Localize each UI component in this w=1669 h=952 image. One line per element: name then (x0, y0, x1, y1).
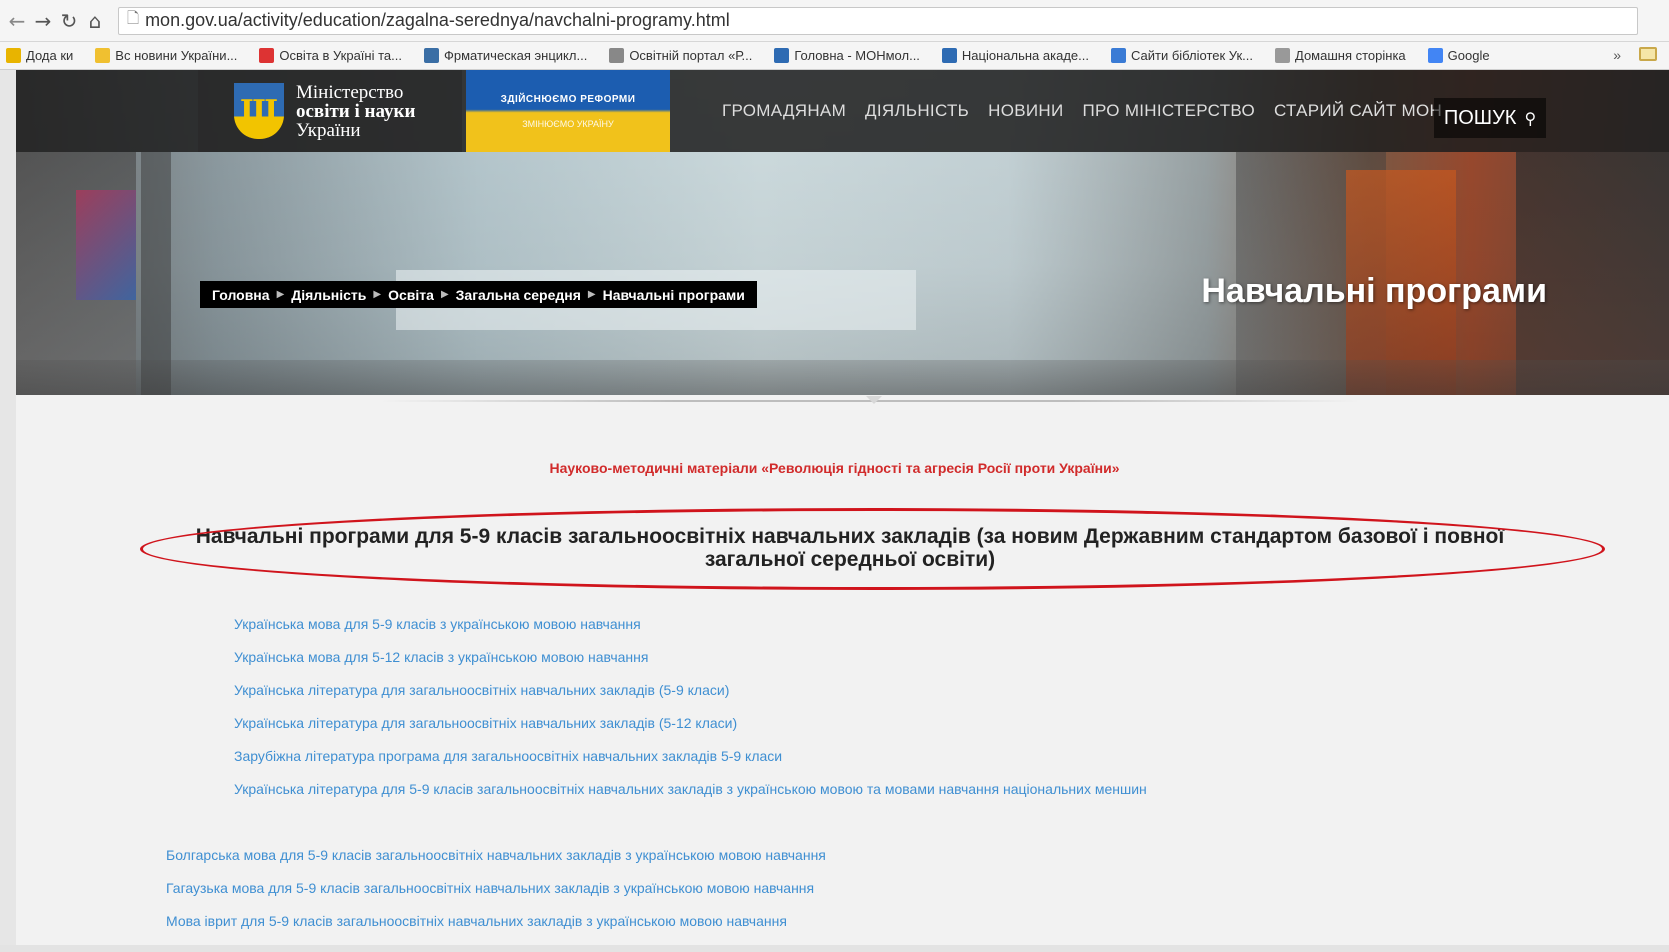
search-label: ПОШУК (1443, 106, 1517, 129)
library-icon (1110, 48, 1126, 63)
bookmark-label: Національна акаде... (961, 48, 1089, 63)
program-link[interactable]: Болгарська мова для 5-9 класів загальноо… (166, 845, 826, 878)
bookmark-label: Освіта в Україні та... (279, 48, 402, 63)
program-links-group-1: Українська мова для 5-9 класів з українс… (234, 614, 1147, 812)
program-link[interactable]: Українська література для 5-9 класів заг… (234, 779, 1147, 812)
url-text[interactable]: mon.gov.ua/activity/education/zagalna-se… (145, 10, 730, 31)
breadcrumb-item[interactable]: Загальна середня (456, 287, 581, 303)
forward-arrow-icon[interactable]: → (30, 8, 56, 34)
menu-item[interactable]: ДІЯЛЬНІСТЬ (865, 101, 969, 121)
breadcrumb-separator-icon: ▶ (373, 289, 382, 300)
reload-icon[interactable]: ↻ (56, 8, 82, 34)
reform-banner[interactable]: ЗДІЙСНЮЄМО РЕФОРМИ ЗМІНЮЄМО УКРАЇНУ (466, 70, 670, 152)
page-icon: 🗋 (127, 9, 140, 27)
page-icon (1275, 48, 1290, 63)
bookmark-label: Фрматическая энцикл... (443, 48, 588, 63)
bookmark-item[interactable]: Дода ки (6, 48, 73, 63)
window-bottom-edge (0, 945, 1669, 952)
home-icon[interactable]: ⌂ (82, 8, 108, 34)
edu-icon (259, 48, 275, 63)
bookmark-item[interactable]: Вс новини України... (95, 48, 237, 63)
browser-window: ← → ↻ ⌂ 🗋 mon.gov.ua/activity/education/… (0, 0, 1669, 952)
apps-icon (6, 48, 21, 63)
back-arrow-icon[interactable]: ← (4, 8, 30, 34)
google-icon (1427, 48, 1443, 63)
breadcrumb-item[interactable]: Діяльність (291, 287, 366, 303)
bookmark-item[interactable]: Освіта в Україні та... (259, 48, 402, 63)
menu-item[interactable]: ГРОМАДЯНАМ (722, 101, 846, 121)
bookmark-label: Google (1447, 48, 1490, 63)
trident-emblem-icon: Ш (234, 83, 284, 139)
window-edge (0, 70, 16, 952)
program-links-group-2: Болгарська мова для 5-9 класів загальноо… (166, 845, 826, 944)
search-button[interactable]: ПОШУК ⚲ (1434, 98, 1546, 138)
reform-banner-line1: ЗДІЙСНЮЄМО РЕФОРМИ (500, 93, 636, 105)
breadcrumb-separator-icon: ▶ (587, 289, 596, 300)
bookmark-label: Домашня сторінка (1295, 48, 1406, 63)
program-link[interactable]: Гагаузька мова для 5-9 класів загальноос… (166, 878, 826, 911)
main-menu: ГРОМАДЯНАМ ДІЯЛЬНІСТЬ НОВИНИ ПРО МІНІСТЕРСТ… (722, 70, 1461, 152)
site-header: Ш Міністерство освіти і науки України ЗД… (16, 70, 1669, 152)
browser-toolbar: ← → ↻ ⌂ 🗋 mon.gov.ua/activity/education/… (0, 0, 1669, 42)
academy-icon (941, 48, 957, 63)
breadcrumb-item[interactable]: Головна (212, 287, 270, 303)
breadcrumb-item[interactable]: Освіта (388, 287, 434, 303)
featured-materials-link[interactable]: Науково-методичні матеріали «Революція г… (0, 460, 1669, 476)
bookmark-item[interactable]: Фрматическая энцикл... (423, 48, 588, 63)
more-bookmarks-chevron-icon[interactable]: » (1613, 47, 1621, 63)
address-bar[interactable]: 🗋 mon.gov.ua/activity/education/zagalna-… (118, 6, 1638, 35)
bookmark-label: Вс новини України... (115, 48, 238, 63)
bookmark-item[interactable]: Google (1427, 48, 1490, 63)
program-link[interactable]: Зарубіжна література програма для загаль… (234, 746, 1147, 779)
bookmark-item[interactable]: Головна - МОНмол... (774, 48, 920, 63)
menu-item[interactable]: СТАРИЙ САЙТ МОН (1274, 101, 1442, 121)
ministry-name: Міністерство освіти і науки України (296, 83, 415, 140)
bookmark-item[interactable]: Домашня сторінка (1275, 48, 1406, 63)
bookmark-label: Сайти бібліотек Ук... (1130, 48, 1253, 63)
bookmark-item[interactable]: Освітній портал «Р... (609, 48, 752, 63)
bookmark-label: Головна - МОНмол... (794, 48, 920, 63)
ministry-name-line2: освіти і науки (296, 100, 416, 122)
breadcrumb: Головна ▶ Діяльність ▶ Освіта ▶ Загальна серед… (200, 281, 757, 308)
program-link[interactable]: Українська мова для 5-12 класів з україн… (234, 647, 1147, 680)
program-link[interactable]: Українська література для загальноосвітн… (234, 680, 1147, 713)
bookmarks-bar: Дода ки Вс новини України... Освіта в Укра… (0, 42, 1669, 70)
highlight-oval (140, 508, 1605, 590)
menu-item[interactable]: НОВИНИ (988, 101, 1063, 121)
search-icon: ⚲ (1524, 108, 1537, 128)
page-title: Навчальні програми (1201, 272, 1547, 310)
bookmark-label: Дода ки (26, 48, 74, 63)
ministry-logo[interactable]: Ш Міністерство освіти і науки України (198, 70, 462, 152)
hero-banner: Ш Міністерство освіти і науки України ЗД… (16, 70, 1669, 395)
bookmark-label: Освітній портал «Р... (629, 48, 753, 63)
reform-banner-line2: ЗМІНЮЄМО УКРАЇНУ (522, 118, 614, 129)
program-link[interactable]: Мова іврит для 5-9 класів загальноосвітн… (166, 911, 826, 944)
breadcrumb-item[interactable]: Навчальні програми (603, 287, 745, 303)
bookmark-item[interactable]: Національна акаде... (941, 48, 1089, 63)
program-link[interactable]: Українська мова для 5-9 класів з українс… (234, 614, 1147, 647)
divider-notch (866, 396, 882, 404)
menu-item[interactable]: ПРО МІНІСТЕРСТВО (1082, 101, 1255, 121)
breadcrumb-separator-icon: ▶ (440, 289, 449, 300)
ministry-name-line1: Міністерство (296, 81, 404, 103)
program-link[interactable]: Українська література для загальноосвітн… (234, 713, 1147, 746)
wiki-icon (423, 48, 439, 63)
mon-icon (774, 48, 790, 63)
portal-icon (609, 48, 625, 63)
other-bookmarks-folder-icon[interactable] (1639, 47, 1657, 61)
breadcrumb-separator-icon: ▶ (276, 289, 285, 300)
bookmark-item[interactable]: Сайти бібліотек Ук... (1110, 48, 1253, 63)
news-icon (95, 48, 111, 63)
ministry-name-line3: України (296, 119, 361, 141)
